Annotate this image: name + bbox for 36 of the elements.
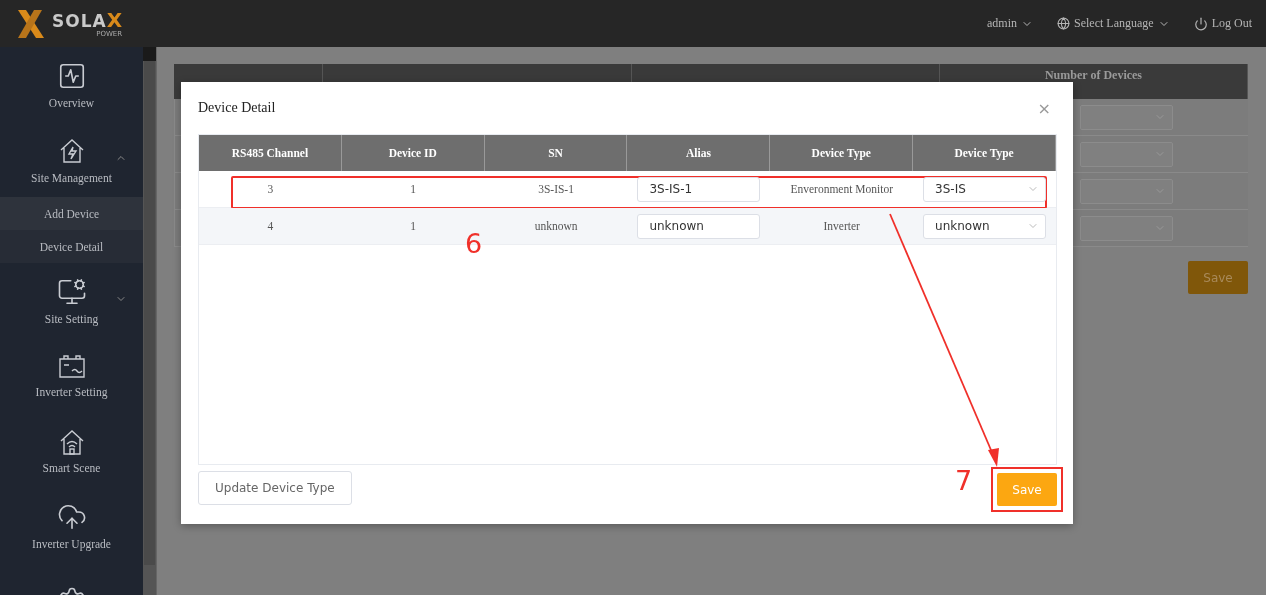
table-cell: 1 <box>410 220 417 232</box>
logo-x-icon <box>16 7 46 40</box>
step-number: 6 <box>465 230 483 257</box>
user-menu[interactable]: admin <box>987 16 1033 31</box>
power-icon <box>1193 16 1208 31</box>
step-number: 7 <box>955 467 973 494</box>
sidebar-item[interactable]: Inverter Upgrade <box>32 537 111 550</box>
update-device-type-button[interactable]: Update Device Type <box>198 470 352 505</box>
logo-accent: X <box>106 7 123 32</box>
submenu-item[interactable]: Add Device <box>0 197 143 230</box>
table-cell: unknown <box>534 220 578 232</box>
table-cell: Enveronment Monitor <box>790 183 893 195</box>
sidebar-item[interactable]: Inverter Setting <box>35 385 108 398</box>
submenu-item[interactable]: Device Detail <box>0 230 143 263</box>
scrollbar[interactable] <box>143 47 156 595</box>
alias-field[interactable]: 3S-IS-1 <box>637 176 761 202</box>
device-type-select[interactable]: 3S-IS <box>923 176 1047 202</box>
sidebar-item[interactable]: Site Management <box>31 171 112 184</box>
sidebar-item[interactable]: Smart Scene <box>42 461 101 474</box>
column-header: Number of Devices <box>1044 69 1143 81</box>
globe-icon <box>1057 17 1070 30</box>
table-cell: 4 <box>267 220 274 232</box>
dialog-title: Device Detail <box>198 100 276 116</box>
battery-icon <box>56 353 87 380</box>
language-menu[interactable]: Select Language <box>1057 16 1170 31</box>
logout-link[interactable]: Log Out <box>1193 16 1252 31</box>
logo-text: SOLA <box>52 10 107 31</box>
table-cell: 3S-IS-1 <box>538 183 574 195</box>
sidebar-item[interactable]: Site Setting <box>44 312 99 325</box>
table-cell: Inverter <box>823 220 860 232</box>
sidebar-item[interactable]: Overview <box>48 96 95 109</box>
table-cell: 1 <box>410 183 417 195</box>
device-type-select[interactable]: unknown <box>923 213 1047 239</box>
alias-field[interactable]: unknown <box>637 213 761 239</box>
table-cell: 3 <box>267 183 274 195</box>
monitor-gear-icon <box>56 276 87 307</box>
